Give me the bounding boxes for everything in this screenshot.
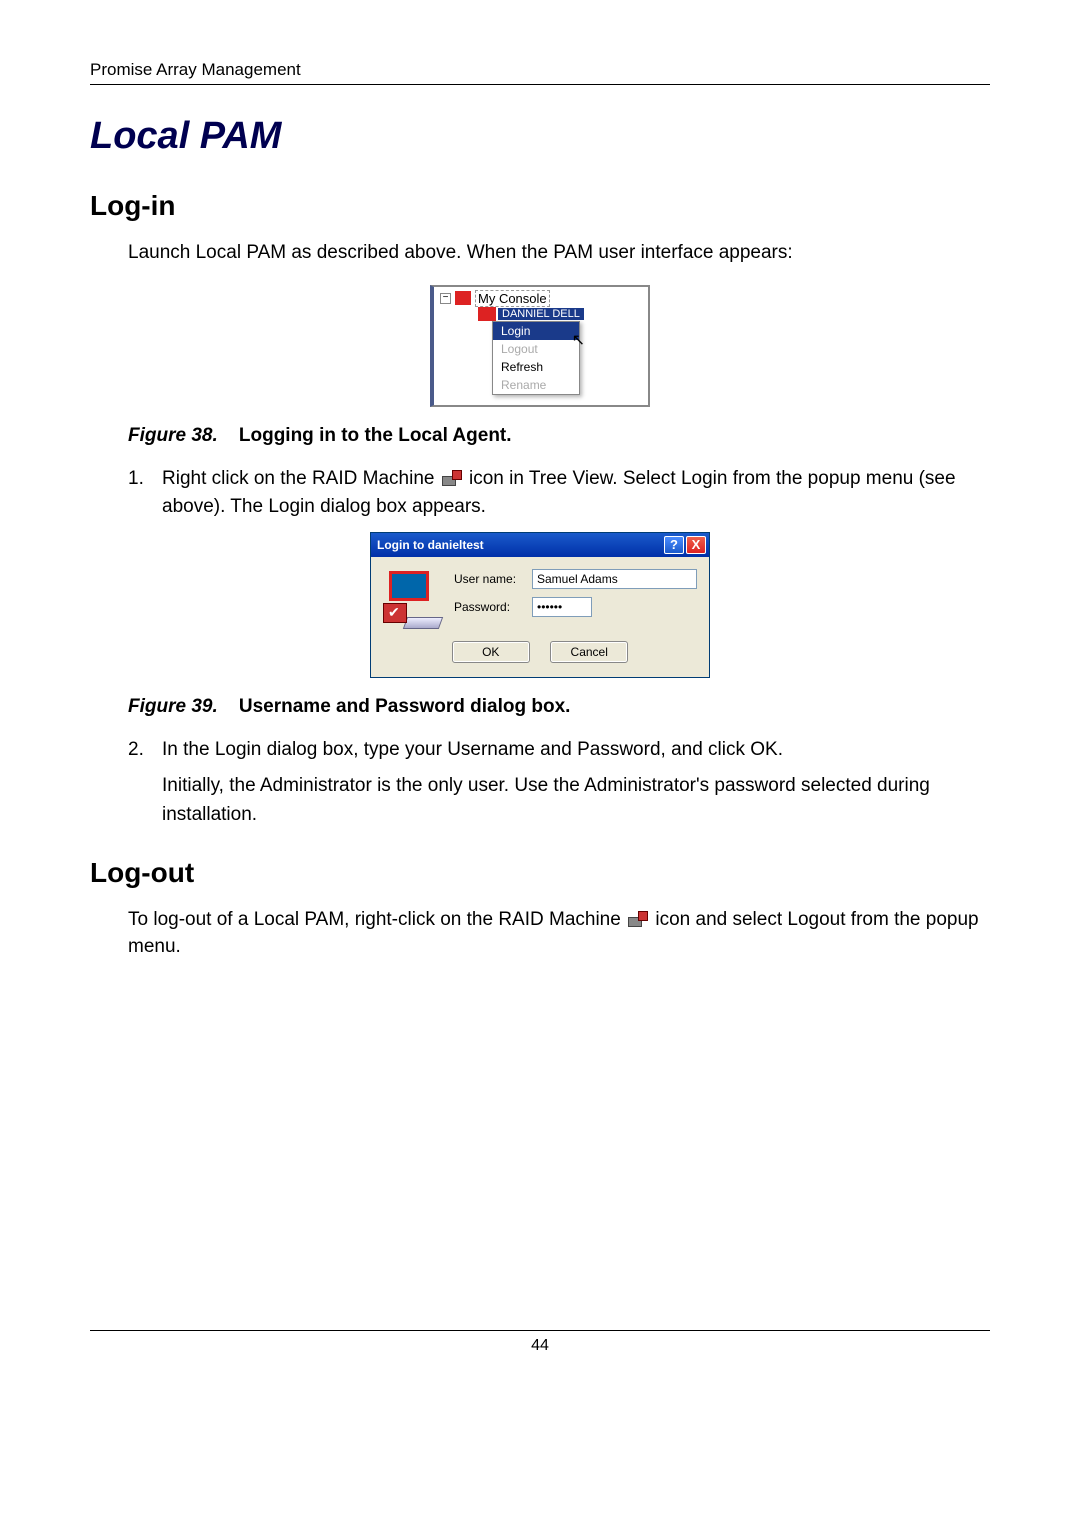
login-intro: Launch Local PAM as described above. Whe…: [128, 240, 990, 267]
context-menu: Login ↖ Logout Refresh Rename: [492, 321, 580, 395]
figure-39-label: Figure 39.: [128, 696, 218, 717]
menu-login[interactable]: Login ↖: [493, 322, 579, 340]
tree-collapse-icon[interactable]: −: [440, 293, 451, 304]
step-1-part1: Right click on the RAID Machine: [162, 468, 440, 489]
step-2-number: 2.: [128, 736, 162, 838]
menu-login-label: Login: [501, 324, 530, 338]
logout-text: To log-out of a Local PAM, right-click o…: [128, 907, 990, 960]
raid-machine-inline-icon-2: [628, 911, 648, 929]
figure-38-image: − My Console DANNIEL DELL Login ↖ Logout…: [90, 285, 990, 407]
menu-logout: Logout: [493, 340, 579, 358]
username-input[interactable]: [532, 569, 697, 589]
step-2-text: In the Login dialog box, type your Usern…: [162, 736, 990, 838]
dialog-help-button[interactable]: ?: [664, 536, 684, 554]
step-1-text: Right click on the RAID Machine icon in …: [162, 465, 990, 522]
password-label: Password:: [454, 600, 532, 614]
page-title: Local PAM: [90, 115, 990, 158]
figure-39-image: Login to danieltest ? X User name:: [90, 532, 990, 678]
console-label[interactable]: My Console: [475, 290, 550, 307]
figure-39-text: Username and Password dialog box.: [239, 696, 571, 717]
menu-rename: Rename: [493, 376, 579, 394]
username-label: User name:: [454, 572, 532, 586]
cursor-icon: ↖: [572, 330, 585, 350]
step-2-line1: In the Login dialog box, type your Usern…: [162, 736, 990, 765]
password-input[interactable]: [532, 597, 592, 617]
page-header: Promise Array Management: [90, 60, 301, 79]
menu-refresh[interactable]: Refresh: [493, 358, 579, 376]
console-icon: [455, 291, 471, 305]
login-heading: Log-in: [90, 190, 990, 222]
ok-button[interactable]: OK: [452, 641, 530, 663]
step-1-number: 1.: [128, 465, 162, 522]
step-2-line2: Initially, the Administrator is the only…: [162, 772, 990, 829]
figure-39-caption: Figure 39. Username and Password dialog …: [128, 696, 990, 718]
raid-machine-label[interactable]: DANNIEL DELL: [498, 308, 584, 320]
logout-heading: Log-out: [90, 857, 990, 889]
figure-38-caption: Figure 38. Logging in to the Local Agent…: [128, 425, 990, 447]
cancel-button[interactable]: Cancel: [550, 641, 628, 663]
logout-part1: To log-out of a Local PAM, right-click o…: [128, 909, 626, 930]
dialog-key-icon: [383, 569, 444, 629]
dialog-titlebar: Login to danieltest ? X: [371, 533, 709, 557]
dialog-close-button[interactable]: X: [686, 536, 706, 554]
raid-machine-icon[interactable]: [478, 307, 496, 321]
page-number: 44: [531, 1337, 549, 1354]
dialog-title: Login to danieltest: [377, 538, 484, 552]
figure-38-label: Figure 38.: [128, 425, 218, 446]
raid-machine-inline-icon: [442, 470, 462, 488]
figure-38-text: Logging in to the Local Agent.: [239, 425, 512, 446]
